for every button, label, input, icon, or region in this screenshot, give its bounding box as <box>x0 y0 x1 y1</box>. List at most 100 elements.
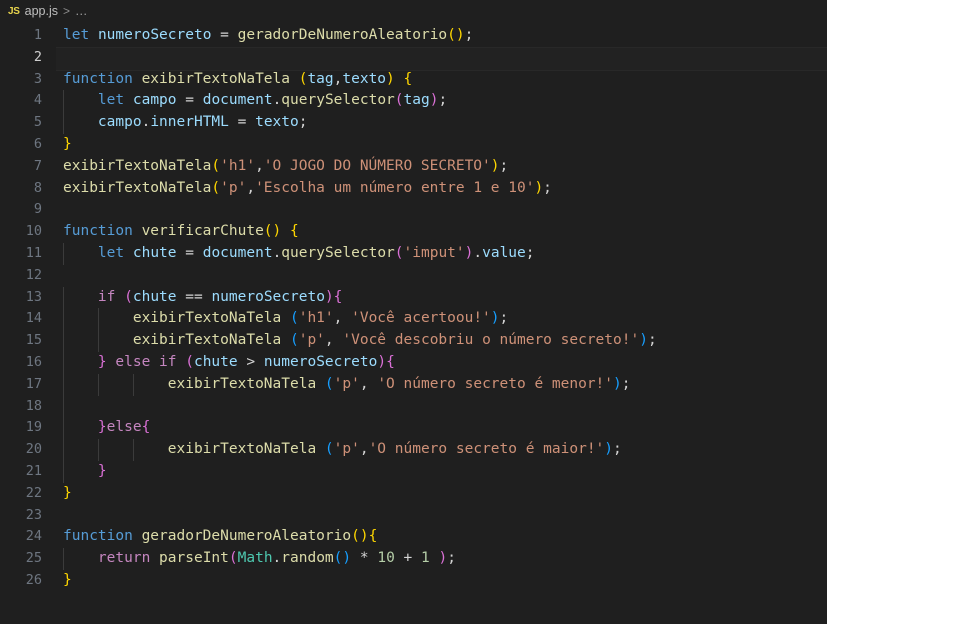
line-text[interactable]: exibirTextoNaTela ('h1', 'Você acertoou!… <box>63 308 508 330</box>
token-b2: } <box>97 419 107 436</box>
line-text[interactable]: function exibirTextoNaTela (tag,texto) { <box>63 69 412 91</box>
line-text[interactable]: let campo = document.querySelector(tag); <box>63 90 447 112</box>
token-op: ; <box>621 375 631 392</box>
token-b2: { <box>141 419 151 436</box>
line-text[interactable]: exibirTextoNaTela ('p', 'Você descobriu … <box>63 330 657 352</box>
token-kp: return <box>97 550 151 567</box>
code-line[interactable]: 25 return parseInt(Math.random() * 10 + … <box>0 548 827 570</box>
line-text[interactable]: let chute = document.querySelector('impu… <box>63 243 535 265</box>
line-number: 21 <box>25 462 42 479</box>
token-op <box>115 289 124 305</box>
token-b1: ( <box>447 27 456 43</box>
code-line[interactable]: 12 <box>0 265 827 287</box>
code-editor-panel[interactable]: JS app.js > … 1 let numeroSecreto = gerad… <box>0 0 827 624</box>
token-op: . <box>272 550 282 567</box>
code-line[interactable]: 24 function geradorDeNumeroAleatorio(){ <box>0 526 827 548</box>
line-text[interactable]: campo.innerHTML = texto; <box>63 112 308 134</box>
token-op: ; <box>613 441 622 458</box>
token-var: tag <box>403 92 430 109</box>
code-line[interactable]: 19 }else{ <box>0 417 827 440</box>
token-var: texto <box>255 114 299 131</box>
code-line[interactable]: 18 <box>0 395 827 418</box>
breadcrumb[interactable]: JS app.js > … <box>0 0 827 22</box>
token-var: document <box>202 92 273 109</box>
code-line[interactable]: 15 exibirTextoNaTela ('p', 'Você descobr… <box>0 330 827 352</box>
code-line[interactable]: 2 <box>0 46 827 71</box>
token-b1: ( <box>263 223 273 240</box>
line-text[interactable]: return parseInt(Math.random() * 10 + 1 )… <box>63 548 456 570</box>
token-b3: ) <box>490 310 500 327</box>
code-line[interactable]: 5 campo.innerHTML = texto; <box>0 112 827 134</box>
token-op <box>89 27 98 43</box>
token-op: . <box>141 114 151 131</box>
line-text[interactable]: if (chute == numeroSecreto){ <box>63 287 342 309</box>
token-var: numeroSecreto <box>263 353 378 370</box>
token-fn: exibirTextoNaTela <box>63 157 212 174</box>
line-text[interactable]: } <box>63 483 72 505</box>
line-text[interactable]: exibirTextoNaTela ('p', 'O número secret… <box>63 374 631 396</box>
token-op <box>63 92 98 108</box>
token-kp: else <box>106 419 142 436</box>
code-line[interactable]: 16 } else if (chute > numeroSecreto){ <box>0 351 827 374</box>
token-str: 'Você acertoou!' <box>351 310 491 327</box>
line-number: 6 <box>33 135 42 152</box>
line-text[interactable]: function verificarChute() { <box>63 221 299 243</box>
token-str: 'p' <box>333 441 360 458</box>
code-line[interactable]: 13 if (chute == numeroSecreto){ <box>0 286 827 309</box>
token-op: , <box>333 310 352 327</box>
token-op: . <box>272 244 282 261</box>
token-op <box>412 550 421 566</box>
token-b1: { <box>403 70 413 87</box>
line-text[interactable]: } <box>63 134 72 156</box>
code-line[interactable]: 10 function verificarChute() { <box>0 221 827 243</box>
token-var: texto <box>342 70 387 87</box>
code-line[interactable]: 21 } <box>0 460 827 483</box>
line-text[interactable]: exibirTextoNaTela ('p','O número secreto… <box>63 439 622 461</box>
token-op <box>290 71 299 87</box>
token-op <box>316 376 325 392</box>
token-op: = <box>176 92 203 109</box>
breadcrumb-file-name[interactable]: app.js <box>25 4 58 18</box>
token-op <box>133 528 142 544</box>
code-line[interactable]: 22} <box>0 483 827 505</box>
line-text[interactable]: exibirTextoNaTela('p','Escolha um número… <box>63 178 552 200</box>
line-number: 17 <box>25 375 42 392</box>
code-line[interactable]: 8 exibirTextoNaTela('p','Escolha um númer… <box>0 178 827 200</box>
token-b2: ( <box>228 550 238 567</box>
code-line[interactable]: 4 let campo = document.querySelector(tag… <box>0 90 827 113</box>
code-line[interactable]: 23 <box>0 505 827 527</box>
token-op <box>133 71 142 87</box>
line-text[interactable]: } else if (chute > numeroSecreto){ <box>63 352 395 374</box>
token-b3: ) <box>639 332 648 349</box>
code-line[interactable]: 9 <box>0 199 827 221</box>
token-b3: ) <box>604 441 614 458</box>
token-b2: { <box>386 353 395 370</box>
token-op <box>395 550 404 566</box>
code-content-area[interactable]: 1 let numeroSecreto = geradorDeNumeroAlea… <box>0 22 827 624</box>
token-op <box>63 376 168 392</box>
token-var: numeroSecreto <box>97 27 212 43</box>
line-text[interactable]: } <box>63 570 72 592</box>
code-line[interactable]: 1 let numeroSecreto = geradorDeNumeroAlea… <box>0 25 827 47</box>
breadcrumb-overflow-ellipsis[interactable]: … <box>75 4 89 18</box>
token-op: + <box>403 550 413 567</box>
line-number: 25 <box>25 550 42 567</box>
line-text[interactable]: function geradorDeNumeroAleatorio(){ <box>63 526 377 548</box>
code-line[interactable]: 3 function exibirTextoNaTela (tag,texto) … <box>0 69 827 91</box>
token-op <box>124 92 133 108</box>
token-b2: } <box>97 462 107 479</box>
code-line[interactable]: 7 exibirTextoNaTela('h1','O JOGO DO NÚMER… <box>0 156 827 178</box>
line-text[interactable]: } <box>63 461 107 483</box>
line-text[interactable]: }else{ <box>63 417 150 439</box>
line-text[interactable]: let numeroSecreto = geradorDeNumeroAleat… <box>63 25 473 47</box>
line-number: 3 <box>33 70 42 87</box>
code-line[interactable]: 17 exibirTextoNaTela ('p', 'O número sec… <box>0 373 827 396</box>
code-line[interactable]: 11 let chute = document.querySelector('i… <box>0 242 827 265</box>
token-b2: ( <box>185 353 194 370</box>
code-line[interactable]: 14 exibirTextoNaTela ('h1', 'Você acerto… <box>0 308 827 331</box>
code-line[interactable]: 20 exibirTextoNaTela ('p','O número secr… <box>0 439 827 461</box>
code-line[interactable]: 26} <box>0 570 827 592</box>
code-line[interactable]: 6} <box>0 134 827 156</box>
token-op: ; <box>647 332 657 349</box>
line-text[interactable]: exibirTextoNaTela('h1','O JOGO DO NÚMERO… <box>63 156 508 178</box>
